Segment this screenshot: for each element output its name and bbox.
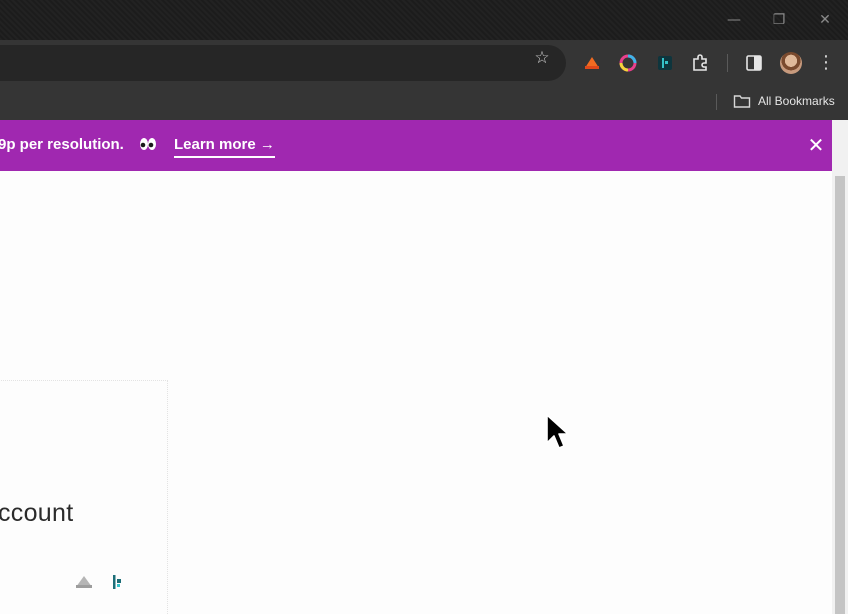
bookmarks-divider bbox=[716, 94, 717, 110]
card-title: ccount bbox=[0, 499, 74, 527]
shape-extension-icon[interactable] bbox=[74, 573, 94, 591]
dashlane-extension-icon[interactable] bbox=[655, 53, 675, 73]
scrollbar-thumb[interactable] bbox=[835, 176, 845, 614]
puzzle-icon[interactable] bbox=[690, 53, 710, 73]
side-panel-icon[interactable] bbox=[744, 53, 764, 73]
toolbar-divider bbox=[727, 54, 728, 72]
browser-menu-icon[interactable]: ⋮ bbox=[816, 52, 836, 74]
color-ring-extension-icon[interactable] bbox=[618, 53, 638, 73]
announcement-banner: 9p per resolution. Learn more → ✕ bbox=[0, 120, 832, 171]
window-titlebar: — ❐ ✕ bbox=[0, 0, 848, 40]
close-window-button[interactable]: ✕ bbox=[810, 6, 840, 34]
bookmarks-bar: All Bookmarks bbox=[0, 86, 848, 120]
page-scrollbar[interactable] bbox=[832, 120, 848, 614]
bookmark-star-icon[interactable]: ☆ bbox=[531, 47, 553, 69]
folder-icon[interactable] bbox=[733, 93, 751, 109]
minimize-button[interactable]: — bbox=[719, 6, 749, 34]
shape-extension-icon[interactable] bbox=[582, 53, 602, 73]
address-bar[interactable] bbox=[0, 45, 566, 81]
learn-more-link[interactable]: Learn more → bbox=[174, 135, 275, 158]
browser-toolbar: ☆ ⋮ bbox=[0, 40, 848, 86]
profile-avatar[interactable] bbox=[780, 52, 802, 74]
all-bookmarks-button[interactable]: All Bookmarks bbox=[758, 93, 835, 109]
dashlane-extension-icon[interactable] bbox=[110, 573, 124, 591]
banner-message: 9p per resolution. bbox=[0, 136, 124, 153]
restore-button[interactable]: ❐ bbox=[764, 6, 794, 34]
eyes-emoji-icon bbox=[140, 138, 156, 150]
mouse-cursor-icon bbox=[546, 414, 569, 449]
close-banner-button[interactable]: ✕ bbox=[806, 134, 826, 156]
